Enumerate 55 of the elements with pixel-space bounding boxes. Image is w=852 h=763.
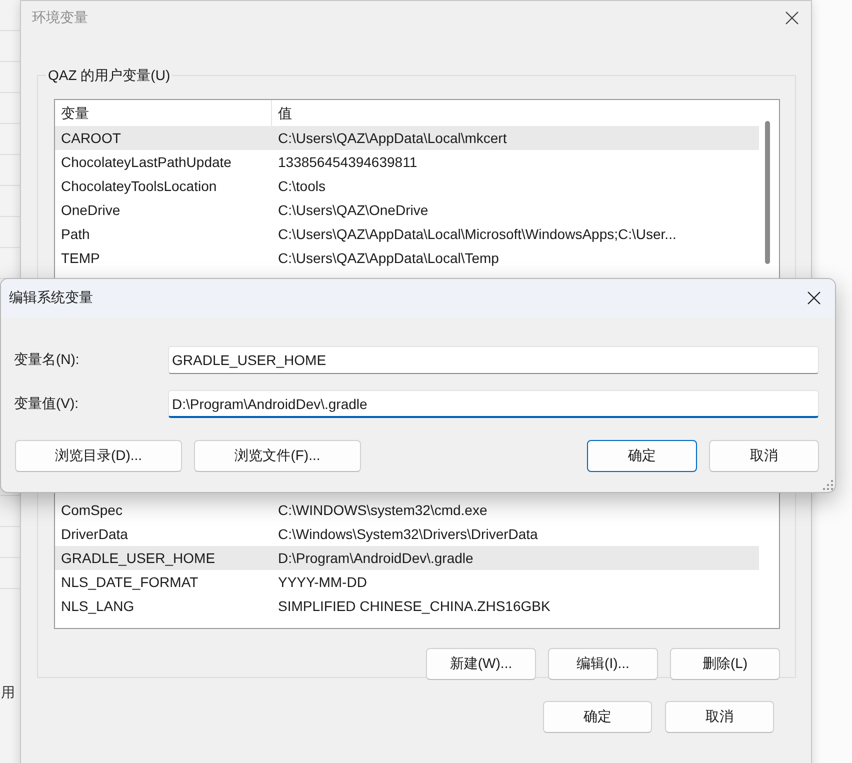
dialog-button[interactable]: 取消 — [709, 440, 819, 472]
list-button[interactable]: 删除(L) — [670, 648, 780, 680]
variable-name: NLS_DATE_FORMAT — [60, 573, 200, 592]
dialog-button[interactable]: 确定 — [587, 440, 697, 472]
variable-row[interactable]: CAROOT C:\Users\QAZ\AppData\Local\mkcert — [55, 126, 759, 150]
variable-value: 133856454394639811 — [277, 153, 418, 172]
variable-row[interactable]: ChocolateyLastPathUpdate 133856454394639811 — [55, 150, 759, 174]
variable-row[interactable]: OneDrive C:\Users\QAZ\OneDrive — [55, 198, 759, 222]
variable-value: C:\Windows\System32\Drivers\DriverData — [277, 525, 538, 544]
text-field[interactable]: D:\Program\AndroidDev\.gradle — [168, 390, 819, 418]
list-button[interactable]: 编辑(I)... — [548, 648, 658, 680]
variable-name: ChocolateyToolsLocation — [60, 177, 218, 196]
list-button[interactable]: 新建(W)... — [426, 648, 536, 680]
scrollbar-thumb[interactable] — [765, 121, 770, 264]
variable-name: OneDrive — [60, 201, 122, 220]
variable-row[interactable]: NLS_LANG SIMPLIFIED CHINESE_CHINA.ZHS16GBK — [55, 594, 759, 618]
column-header[interactable]: 值 — [272, 100, 292, 126]
dialog-title: 编辑系统变量 — [9, 289, 93, 307]
resize-grip-icon[interactable] — [823, 480, 833, 490]
variable-row[interactable]: NLS_DATE_FORMAT YYYY-MM-DD — [55, 570, 759, 594]
variable-value: C:\Users\QAZ\AppData\Local\Temp — [277, 249, 499, 268]
variable-row[interactable]: Path C:\Users\QAZ\AppData\Local\Microsoft\WindowsApps;C:\User... — [55, 222, 759, 246]
variable-name: ComSpec — [60, 501, 124, 520]
variable-name: TEMP — [60, 249, 101, 268]
variable-row[interactable]: ComSpec C:\WINDOWS\system32\cmd.exe — [55, 498, 759, 522]
variable-name: Path — [60, 225, 91, 244]
variable-value: C:\Users\QAZ\AppData\Local\mkcert — [277, 129, 507, 148]
variable-value: YYYY-MM-DD — [277, 573, 367, 592]
text-field[interactable]: GRADLE_USER_HOME — [168, 346, 819, 374]
dialog-button[interactable]: 取消 — [665, 701, 774, 733]
variable-row[interactable]: TEMP C:\Users\QAZ\AppData\Local\Temp — [55, 246, 759, 270]
browse-button[interactable]: 浏览文件(F)... — [194, 440, 361, 472]
variable-value: C:\tools — [277, 177, 326, 196]
variable-value: C:\WINDOWS\system32\cmd.exe — [277, 501, 488, 520]
variable-row[interactable]: GRADLE_USER_HOME D:\Program\AndroidDev\.gradle — [55, 546, 759, 570]
variable-value: SIMPLIFIED CHINESE_CHINA.ZHS16GBK — [277, 597, 550, 616]
group-label: QAZ 的用户变量(U) — [46, 66, 172, 84]
variable-name: ChocolateyLastPathUpdate — [60, 153, 232, 172]
window-title: 环境变量 — [32, 8, 88, 26]
variable-row[interactable]: ChocolateyToolsLocation C:\tools — [55, 174, 759, 198]
variable-value: D:\Program\AndroidDev\.gradle — [277, 549, 474, 568]
field-label: 变量值(V): — [14, 395, 80, 413]
variable-value: C:\Users\QAZ\OneDrive — [277, 201, 428, 220]
variable-value: C:\Users\QAZ\AppData\Local\Microsoft\WindowsApps;C:\User... — [277, 225, 676, 244]
variable-name: NLS_LANG — [60, 597, 136, 616]
field-label: 变量名(N): — [14, 351, 80, 369]
background-window-text: 用 — [1, 684, 15, 702]
browse-button[interactable]: 浏览目录(D)... — [15, 440, 182, 472]
variable-name: GRADLE_USER_HOME — [60, 549, 216, 568]
dialog-button[interactable]: 确定 — [543, 701, 652, 733]
variable-name: CAROOT — [60, 129, 122, 148]
close-icon[interactable] — [785, 10, 799, 24]
variable-name: DriverData — [60, 525, 129, 544]
close-icon[interactable] — [807, 291, 821, 305]
variable-row[interactable]: DriverData C:\Windows\System32\Drivers\DriverData — [55, 522, 759, 546]
